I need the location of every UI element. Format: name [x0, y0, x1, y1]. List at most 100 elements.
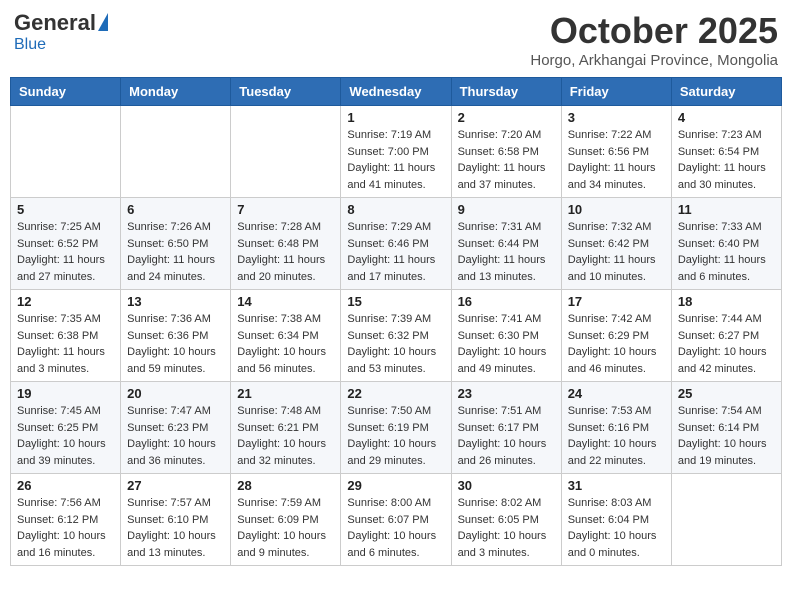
calendar-week-row: 26Sunrise: 7:56 AMSunset: 6:12 PMDayligh… — [11, 474, 782, 566]
day-info: Sunrise: 7:38 AM Sunset: 6:34 PM Daylight:… — [237, 311, 334, 377]
daylight-hours: Daylight: 10 hours and 13 minutes. — [127, 530, 216, 559]
calendar-cell: 5Sunrise: 7:25 AMSunset: 6:52 PMDaylight… — [11, 198, 121, 290]
calendar-week-row: 19Sunrise: 7:45 AMSunset: 6:25 PMDayligh… — [11, 382, 782, 474]
day-info: Sunrise: 7:28 AMSunset: 6:48 PMDaylight:… — [237, 219, 334, 285]
daylight-hours: Daylight: 10 hours and 56 minutes. — [237, 346, 326, 375]
calendar-header-thursday: Thursday — [451, 78, 561, 106]
calendar-cell: 7Sunrise: 7:28 AMSunset: 6:48 PMDaylight… — [231, 198, 341, 290]
sunrise-time: Sunrise: 7:44 AM — [678, 313, 762, 325]
calendar-cell: 25 Sunrise: 7:54 AMSunset: 6:14 PMDayligh… — [671, 382, 781, 474]
calendar-cell: 8Sunrise: 7:29 AMSunset: 6:46 PMDaylight… — [341, 198, 451, 290]
sunrise-time: Sunrise: 7:32 AM — [568, 221, 652, 233]
day-info: Sunrise: 8:02 AMSunset: 6:05 PMDaylight:… — [458, 495, 555, 561]
day-number: 4 — [678, 110, 775, 125]
day-info: Sunrise: 7:41 AM Sunset: 6:30 PM Daylight:… — [458, 311, 555, 377]
daylight-hours: Daylight: 10 hours and 49 minutes. — [458, 346, 547, 375]
day-number: 9 — [458, 202, 555, 217]
calendar-cell — [671, 474, 781, 566]
daylight-hours: Daylight: 11 hours and 10 minutes. — [568, 254, 656, 283]
calendar-cell: 19Sunrise: 7:45 AMSunset: 6:25 PMDayligh… — [11, 382, 121, 474]
calendar-week-row: 12Sunrise: 7:35 AMSunset: 6:38 PMDayligh… — [11, 290, 782, 382]
calendar-cell: 12Sunrise: 7:35 AMSunset: 6:38 PMDayligh… — [11, 290, 121, 382]
day-info: Sunrise: 7:26 AM Sunset: 6:50 PM Daylight:… — [127, 219, 224, 285]
sunset-time: Sunset: 6:46 PM — [347, 238, 428, 250]
calendar-cell — [231, 106, 341, 198]
calendar-cell: 14Sunrise: 7:38 AMSunset: 6:34 PMDayligh… — [231, 290, 341, 382]
day-number: 21 — [237, 386, 334, 401]
sunrise-time: Sunrise: 7:26 AM — [127, 221, 211, 233]
daylight-hours: Daylight: 10 hours and 29 minutes. — [347, 438, 436, 467]
day-info: Sunrise: 7:31 AMSunset: 6:44 PMDaylight:… — [458, 219, 555, 285]
sunset-time: Sunset: 6:27 PM — [678, 330, 759, 342]
daylight-hours: Daylight: 10 hours and 39 minutes. — [17, 438, 106, 467]
calendar-cell: 31Sunrise: 8:03 AMSunset: 6:04 PMDayligh… — [561, 474, 671, 566]
daylight-hours: Daylight: 10 hours and 46 minutes. — [568, 346, 657, 375]
day-number: 29 — [347, 478, 444, 493]
sunrise-time: Sunrise: 7:57 AM — [127, 497, 211, 509]
sunrise-time: Sunrise: 7:38 AM — [237, 313, 321, 325]
sunset-time: Sunset: 6:40 PM — [678, 238, 759, 250]
daylight-hours: Daylight: 10 hours and 53 minutes. — [347, 346, 436, 375]
sunset-time: Sunset: 6:34 PM — [237, 330, 318, 342]
calendar-header-saturday: Saturday — [671, 78, 781, 106]
calendar-cell: 30Sunrise: 8:02 AMSunset: 6:05 PMDayligh… — [451, 474, 561, 566]
location-subtitle: Horgo, Arkhangai Province, Mongolia — [530, 52, 778, 69]
daylight-hours: Daylight: 10 hours and 36 minutes. — [127, 438, 216, 467]
daylight-hours: Daylight: 10 hours and 9 minutes. — [237, 530, 326, 559]
sunset-time: Sunset: 6:09 PM — [237, 514, 318, 526]
calendar-cell: 26Sunrise: 7:56 AMSunset: 6:12 PMDayligh… — [11, 474, 121, 566]
day-info: Sunrise: 7:54 AMSunset: 6:14 PMDaylight:… — [678, 403, 775, 469]
sunset-time: Sunset: 6:14 PM — [678, 422, 759, 434]
day-info: Sunrise: 7:51 AMSunset: 6:17 PMDaylight:… — [458, 403, 555, 469]
day-number: 10 — [568, 202, 665, 217]
calendar-cell: 29Sunrise: 8:00 AMSunset: 6:07 PMDayligh… — [341, 474, 451, 566]
sunset-time: Sunset: 6:05 PM — [458, 514, 539, 526]
daylight-hours: Daylight: 11 hours and 24 minutes. — [127, 254, 215, 283]
sunset-time: Sunset: 6:58 PM — [458, 146, 539, 158]
daylight-hours: Daylight: 10 hours and 3 minutes. — [458, 530, 547, 559]
calendar-cell: 11Sunrise: 7:33 AMSunset: 6:40 PMDayligh… — [671, 198, 781, 290]
sunset-time: Sunset: 6:50 PM — [127, 238, 208, 250]
calendar-week-row: 1Sunrise: 7:19 AMSunset: 7:00 PMDaylight… — [11, 106, 782, 198]
day-number: 3 — [568, 110, 665, 125]
calendar-cell: 20Sunrise: 7:47 AMSunset: 6:23 PMDayligh… — [121, 382, 231, 474]
day-number: 25 — [678, 386, 775, 401]
logo-general-text: General — [14, 10, 96, 36]
day-info: Sunrise: 7:44 AM Sunset: 6:27 PM Daylight:… — [678, 311, 775, 377]
daylight-hours: Daylight: 11 hours and 20 minutes. — [237, 254, 325, 283]
day-info: Sunrise: 7:48 AMSunset: 6:21 PMDaylight:… — [237, 403, 334, 469]
sunset-time: Sunset: 6:30 PM — [458, 330, 539, 342]
daylight-hours: Daylight: 10 hours and 19 minutes. — [678, 438, 767, 467]
day-info: Sunrise: 8:03 AMSunset: 6:04 PMDaylight:… — [568, 495, 665, 561]
calendar-cell: 6Sunrise: 7:26 AMSunset: 6:50 PMDaylight… — [121, 198, 231, 290]
sunrise-time: Sunrise: 7:51 AM — [458, 405, 542, 417]
sunset-time: Sunset: 6:07 PM — [347, 514, 428, 526]
sunset-time: Sunset: 6:52 PM — [17, 238, 98, 250]
daylight-hours: Daylight: 11 hours and 6 minutes. — [678, 254, 766, 283]
sunrise-time: Sunrise: 7:29 AM — [347, 221, 431, 233]
sunrise-time: Sunrise: 7:36 AM — [127, 313, 211, 325]
day-number: 23 — [458, 386, 555, 401]
sunset-time: Sunset: 6:25 PM — [17, 422, 98, 434]
daylight-hours: Daylight: 11 hours and 41 minutes. — [347, 162, 435, 191]
day-number: 26 — [17, 478, 114, 493]
day-info: Sunrise: 7:47 AMSunset: 6:23 PMDaylight:… — [127, 403, 224, 469]
day-info: Sunrise: 7:32 AMSunset: 6:42 PMDaylight:… — [568, 219, 665, 285]
sunset-time: Sunset: 6:36 PM — [127, 330, 208, 342]
sunrise-time: Sunrise: 7:45 AM — [17, 405, 101, 417]
calendar-cell: 13Sunrise: 7:36 AMSunset: 6:36 PMDayligh… — [121, 290, 231, 382]
calendar-cell: 24Sunrise: 7:53 AMSunset: 6:16 PMDayligh… — [561, 382, 671, 474]
sunrise-time: Sunrise: 7:28 AM — [237, 221, 321, 233]
day-number: 22 — [347, 386, 444, 401]
daylight-hours: Daylight: 10 hours and 42 minutes. — [678, 346, 767, 375]
sunrise-time: Sunrise: 7:25 AM — [17, 221, 101, 233]
calendar-cell: 10 Sunrise: 7:32 AMSunset: 6:42 PMDayligh… — [561, 198, 671, 290]
day-info: Sunrise: 7:20 AMSunset: 6:58 PMDaylight:… — [458, 127, 555, 193]
sunrise-time: Sunrise: 7:41 AM — [458, 313, 542, 325]
day-info: Sunrise: 7:23 AMSunset: 6:54 PMDaylight:… — [678, 127, 775, 193]
calendar-cell — [11, 106, 121, 198]
calendar-header-wednesday: Wednesday — [341, 78, 451, 106]
sunrise-time: Sunrise: 7:33 AM — [678, 221, 762, 233]
day-number: 15 — [347, 294, 444, 309]
day-info: Sunrise: 7:53 AMSunset: 6:16 PMDaylight:… — [568, 403, 665, 469]
